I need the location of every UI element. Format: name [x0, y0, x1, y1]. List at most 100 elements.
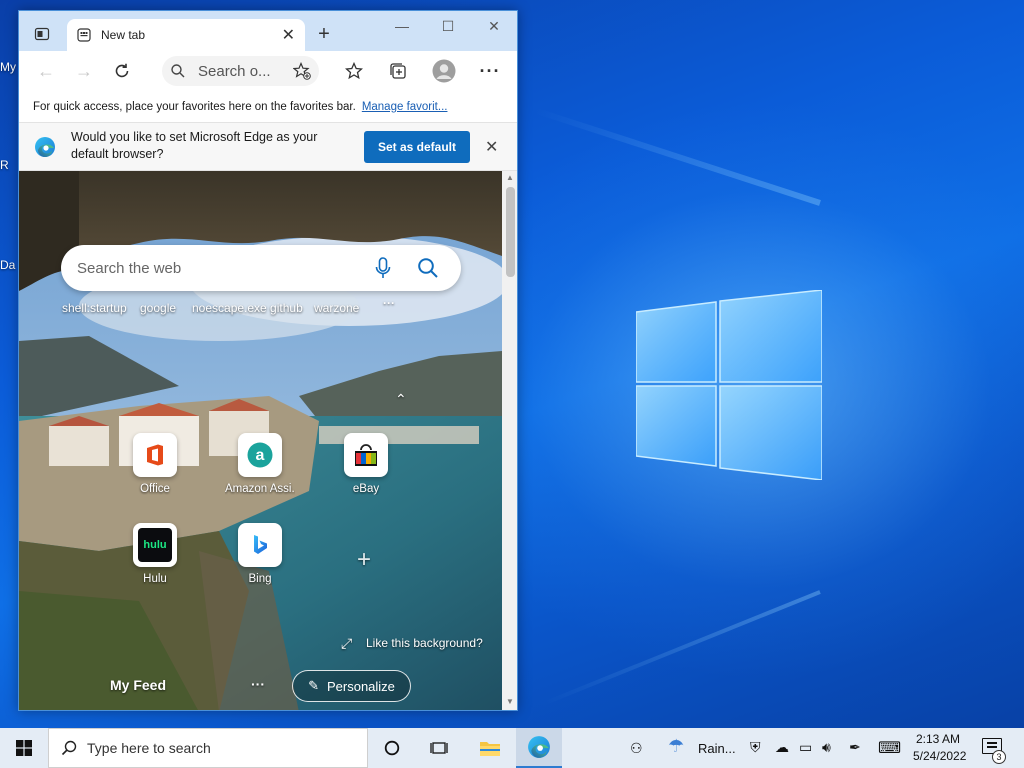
microphone-icon[interactable] [373, 256, 393, 280]
maximize-button[interactable]: ☐ [425, 11, 471, 41]
notification-line [987, 742, 997, 744]
tab-actions-button[interactable] [27, 19, 57, 49]
more-recent-searches-icon[interactable]: ··· [383, 296, 395, 310]
default-browser-infobar: Would you like to set Microsoft Edge as … [19, 123, 517, 171]
refresh-button[interactable] [103, 55, 141, 87]
forward-arrow-icon: → [75, 60, 93, 81]
address-placeholder: Search o... [198, 62, 271, 80]
quick-link-ebay[interactable]: eBay [331, 433, 401, 495]
tab-actions-icon [34, 27, 50, 41]
cortana-button[interactable] [372, 728, 412, 768]
cortana-icon [384, 740, 400, 756]
favorites-bar-message: For quick access, place your favorites h… [33, 100, 356, 113]
people-icon[interactable]: ⚇ [630, 740, 643, 757]
new-tab-button[interactable]: + [309, 19, 339, 49]
hulu-logo: hulu [138, 528, 172, 562]
folder-icon [480, 742, 500, 756]
personalize-label: Personalize [326, 678, 395, 694]
refresh-icon [115, 63, 129, 78]
minimize-button[interactable]: — [379, 11, 425, 41]
close-window-button[interactable]: ✕ [471, 11, 517, 41]
scroll-down-icon[interactable]: ▼ [506, 697, 514, 706]
scroll-up-icon[interactable]: ▲ [506, 173, 514, 182]
close-tab-icon[interactable]: ✕ [282, 25, 295, 45]
light-beam [533, 107, 821, 206]
windows-logo [636, 290, 822, 480]
tile-label: eBay [352, 483, 380, 495]
ebay-icon [344, 433, 388, 477]
like-background-link[interactable]: Like this background? [366, 636, 483, 650]
favorites-bar: For quick access, place your favorites h… [19, 91, 517, 123]
tab-new-tab[interactable]: New tab ✕ [67, 19, 305, 51]
desktop-icon-label[interactable]: R [0, 158, 9, 172]
recent-search-item[interactable]: warzone [314, 301, 359, 315]
close-infobar-icon[interactable]: ✕ [485, 137, 498, 157]
infobar-message: Would you like to set Microsoft Edge as … [71, 130, 318, 161]
feed-options-icon[interactable]: ··· [251, 676, 265, 692]
keyboard-icon[interactable]: ⌨ [878, 738, 901, 758]
manage-favorites-link[interactable]: Manage favorit... [362, 101, 448, 113]
add-site-plus-icon[interactable]: + [357, 546, 371, 574]
edge-taskbar-button[interactable] [516, 728, 562, 768]
taskbar: Type here to search ⚇ ☂ Rain... ⛨ ☁ ▭ 🔊︎… [0, 728, 1024, 768]
volume-icon[interactable]: 🔊︎ [822, 739, 831, 756]
my-feed-label[interactable]: My Feed [110, 677, 166, 693]
more-icon: ··· [479, 60, 501, 81]
quick-link-hulu[interactable]: hulu Hulu [120, 523, 190, 585]
expand-icon[interactable]: ⤢ [341, 635, 352, 652]
add-favorite-icon[interactable] [293, 62, 311, 80]
desktop-icon-label[interactable]: My [0, 60, 16, 74]
task-view-icon [430, 742, 448, 754]
settings-more-button[interactable]: ··· [471, 55, 509, 87]
recent-search-item[interactable]: shell:startup [62, 301, 127, 315]
amazon-icon: a [238, 433, 282, 477]
minimize-icon: — [395, 18, 409, 34]
search-icon [171, 64, 185, 78]
address-bar[interactable]: Search o... [162, 56, 319, 86]
onedrive-cloud-icon[interactable]: ☁ [775, 739, 789, 756]
clock-time[interactable]: 2:13 AM [916, 732, 960, 746]
profile-button[interactable] [425, 55, 463, 87]
weather-text[interactable]: Rain... [698, 741, 736, 756]
pen-icon[interactable]: ✒ [849, 739, 861, 756]
svg-text:a: a [256, 447, 265, 464]
avatar [432, 59, 456, 83]
back-button[interactable]: ← [27, 55, 65, 87]
file-explorer-button[interactable] [468, 728, 512, 768]
favorites-star-icon [345, 62, 363, 80]
collections-button[interactable] [379, 55, 417, 87]
edge-window: New tab ✕ + — ☐ ✕ ← → Search o... ··· Fo… [18, 10, 518, 711]
set-as-default-button[interactable]: Set as default [364, 131, 470, 163]
task-view-button[interactable] [418, 728, 460, 768]
clock-date[interactable]: 5/24/2022 [913, 749, 966, 763]
collections-icon [390, 63, 406, 79]
network-icon[interactable]: ▭ [799, 739, 812, 756]
recent-search-item[interactable]: google [140, 301, 176, 315]
forward-button[interactable]: → [65, 55, 103, 87]
quick-link-office[interactable]: Office [120, 433, 190, 495]
search-icon[interactable] [417, 257, 439, 279]
weather-umbrella-icon[interactable]: ☂ [668, 736, 684, 757]
desktop-icon-label[interactable]: Da [0, 258, 15, 272]
plus-icon: + [318, 22, 330, 45]
page-scrollbar[interactable]: ▲ ▼ [502, 171, 517, 710]
recent-search-item[interactable]: noescape.exe github [192, 301, 303, 315]
taskbar-search-box[interactable]: Type here to search [48, 728, 368, 768]
start-button[interactable] [0, 728, 48, 768]
scroll-thumb[interactable] [506, 187, 515, 277]
maximize-icon: ☐ [441, 17, 455, 34]
personalize-button[interactable]: ✎ Personalize [292, 670, 411, 702]
quick-link-amazon[interactable]: a Amazon Assi... [225, 433, 295, 495]
favorites-button[interactable] [335, 55, 373, 87]
collapse-chevron-icon[interactable]: ⌃ [395, 391, 407, 408]
pencil-icon: ✎ [308, 678, 319, 693]
hulu-icon: hulu [133, 523, 177, 567]
tile-label: Office [140, 483, 170, 495]
edge-icon [528, 736, 550, 758]
notification-line [987, 746, 997, 748]
tab-title: New tab [101, 28, 146, 42]
security-shield-icon[interactable]: ⛨ [750, 739, 761, 756]
quick-link-bing[interactable]: Bing [225, 523, 295, 585]
web-search-box[interactable]: Search the web [61, 245, 461, 291]
tile-label: Amazon Assi... [225, 483, 295, 495]
